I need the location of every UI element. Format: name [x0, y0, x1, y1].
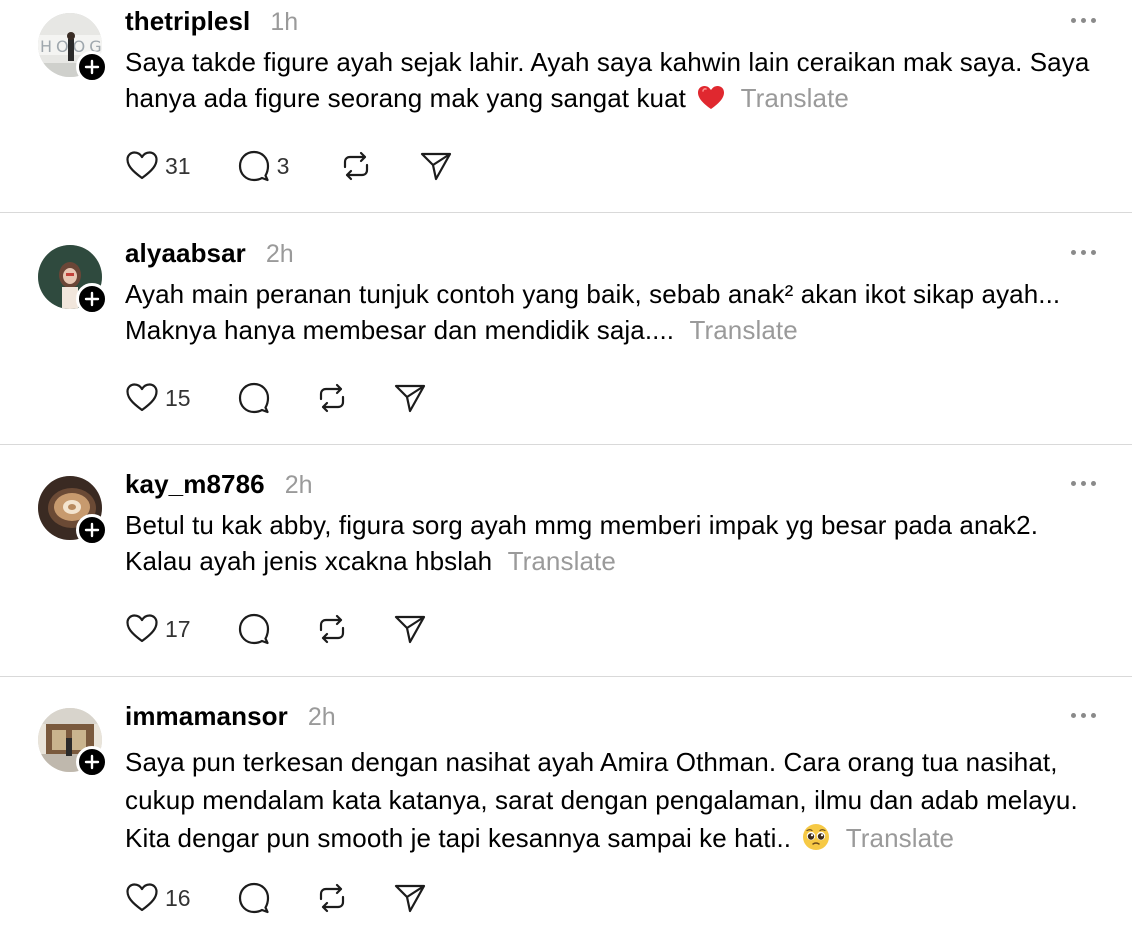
action-bar: 15 — [125, 382, 427, 414]
reply-count: 3 — [276, 152, 290, 179]
avatar[interactable] — [38, 245, 108, 315]
translate-link[interactable]: Translate — [846, 823, 954, 853]
like-count: 17 — [165, 615, 191, 642]
avatar[interactable]: HOOG — [38, 13, 108, 83]
reply-button[interactable] — [237, 613, 271, 645]
like-button[interactable]: 17 — [125, 613, 191, 645]
post-header: alyaabsar 2h — [125, 238, 294, 269]
repost-icon — [315, 882, 349, 914]
post-text: Saya pun terkesan dengan nasihat ayah Am… — [125, 743, 1110, 861]
like-count: 31 — [165, 152, 191, 179]
share-button[interactable] — [393, 882, 427, 914]
divider — [0, 676, 1132, 677]
follow-plus-icon[interactable] — [76, 514, 108, 546]
follow-plus-icon[interactable] — [76, 283, 108, 315]
repost-icon — [315, 613, 349, 645]
follow-plus-icon[interactable] — [76, 51, 108, 83]
post: HOOG thetriplesl 1h Saya takde figure ay… — [0, 0, 1132, 212]
repost-icon — [315, 382, 349, 414]
like-button[interactable]: 15 — [125, 382, 191, 414]
post-text: Ayah main peranan tunjuk contoh yang bai… — [125, 276, 1110, 348]
translate-link[interactable]: Translate — [689, 315, 797, 345]
action-bar: 16 — [125, 882, 427, 914]
post: kay_m8786 2h Betul tu kak abby, figura s… — [0, 463, 1132, 675]
translate-link[interactable]: Translate — [741, 83, 849, 113]
username[interactable]: alyaabsar — [125, 238, 246, 269]
username[interactable]: thetriplesl — [125, 6, 250, 37]
more-options-icon[interactable] — [1071, 18, 1096, 23]
post-body: Saya takde figure ayah sejak lahir. Ayah… — [125, 47, 1090, 113]
share-button[interactable] — [393, 613, 427, 645]
more-options-icon[interactable] — [1071, 713, 1096, 718]
timestamp: 1h — [270, 8, 299, 36]
post-header: immamansor 2h — [125, 701, 336, 732]
post-text: Saya takde figure ayah sejak lahir. Ayah… — [125, 44, 1110, 120]
translate-link[interactable]: Translate — [508, 546, 616, 576]
like-count: 15 — [165, 384, 191, 411]
comment-icon — [237, 882, 271, 914]
pleading-face-icon — [802, 823, 830, 861]
like-button[interactable]: 16 — [125, 882, 191, 914]
username[interactable]: kay_m8786 — [125, 469, 265, 500]
repost-button[interactable] — [339, 150, 373, 182]
reply-button[interactable] — [237, 882, 271, 914]
reply-button[interactable]: 3 — [237, 150, 290, 182]
like-button[interactable]: 31 — [125, 150, 191, 182]
avatar[interactable] — [38, 708, 108, 778]
timestamp: 2h — [265, 240, 294, 268]
comment-icon — [237, 613, 271, 645]
avatar[interactable] — [38, 476, 108, 546]
send-icon — [393, 882, 427, 914]
heart-icon — [125, 882, 159, 914]
send-icon — [393, 382, 427, 414]
send-icon — [419, 150, 453, 182]
post-header: thetriplesl 1h — [125, 6, 298, 37]
more-options-icon[interactable] — [1071, 481, 1096, 486]
more-options-icon[interactable] — [1071, 250, 1096, 255]
repost-button[interactable] — [315, 882, 349, 914]
timestamp: 2h — [284, 471, 313, 499]
reply-button[interactable] — [237, 382, 271, 414]
divider — [0, 212, 1132, 213]
divider — [0, 444, 1132, 445]
repost-button[interactable] — [315, 613, 349, 645]
replies-feed: HOOG thetriplesl 1h Saya takde figure ay… — [0, 0, 1132, 930]
post-text: Betul tu kak abby, figura sorg ayah mmg … — [125, 507, 1110, 579]
follow-plus-icon[interactable] — [76, 746, 108, 778]
post-header: kay_m8786 2h — [125, 469, 313, 500]
post-body: Ayah main peranan tunjuk contoh yang bai… — [125, 279, 1061, 345]
post: alyaabsar 2h Ayah main peranan tunjuk co… — [0, 232, 1132, 444]
comment-icon — [237, 382, 271, 414]
send-icon — [393, 613, 427, 645]
repost-button[interactable] — [315, 382, 349, 414]
timestamp: 2h — [307, 703, 336, 731]
like-count: 16 — [165, 884, 191, 911]
comment-icon — [237, 150, 271, 182]
red-heart-icon — [697, 84, 725, 120]
share-button[interactable] — [393, 382, 427, 414]
action-bar: 31 3 — [125, 150, 453, 182]
post: immamansor 2h Saya pun terkesan dengan n… — [0, 695, 1132, 930]
repost-icon — [339, 150, 373, 182]
action-bar: 17 — [125, 613, 427, 645]
heart-icon — [125, 382, 159, 414]
heart-icon — [125, 613, 159, 645]
heart-icon — [125, 150, 159, 182]
username[interactable]: immamansor — [125, 701, 288, 732]
share-button[interactable] — [419, 150, 453, 182]
